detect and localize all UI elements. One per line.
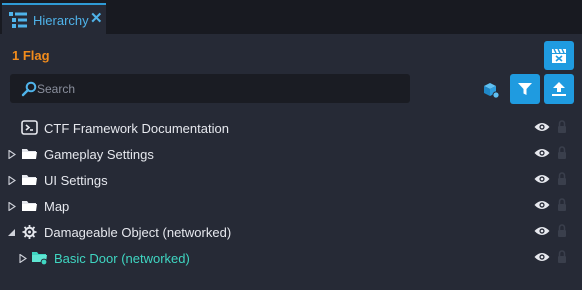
folder-icon bbox=[22, 175, 37, 185]
upload-button[interactable] bbox=[544, 74, 574, 104]
tree-row[interactable]: Gameplay Settings bbox=[0, 141, 582, 167]
clapperboard-icon bbox=[552, 48, 566, 63]
networked-folder-icon bbox=[32, 252, 48, 265]
search-icon bbox=[21, 81, 37, 97]
tree-row[interactable]: Map bbox=[0, 193, 582, 219]
eye-icon[interactable] bbox=[534, 147, 550, 159]
folder-icon bbox=[22, 149, 37, 159]
expand-arrow-icon[interactable] bbox=[19, 254, 27, 263]
eye-icon[interactable] bbox=[534, 121, 550, 133]
hierarchy-tree: CTF Framework Documentation Gameplay Set… bbox=[0, 115, 582, 271]
search-input[interactable] bbox=[37, 74, 397, 103]
close-icon[interactable]: ✕ bbox=[90, 11, 103, 27]
lock-icon[interactable] bbox=[557, 120, 567, 133]
tree-item-label: Map bbox=[44, 199, 70, 214]
lock-icon[interactable] bbox=[557, 146, 567, 159]
upload-icon bbox=[552, 82, 566, 96]
eye-icon[interactable] bbox=[534, 251, 550, 263]
tree-row[interactable]: Damageable Object (networked) bbox=[0, 219, 582, 245]
tab-strip: Hierarchy ✕ bbox=[0, 0, 582, 34]
tab-hierarchy[interactable]: Hierarchy ✕ bbox=[2, 3, 106, 34]
tab-label: Hierarchy bbox=[33, 13, 89, 28]
tree-item-label: UI Settings bbox=[44, 173, 108, 188]
lock-icon[interactable] bbox=[557, 172, 567, 185]
lock-icon[interactable] bbox=[557, 224, 567, 237]
hierarchy-list-icon bbox=[9, 12, 27, 28]
create-template-button[interactable] bbox=[544, 41, 574, 70]
filter-button[interactable] bbox=[510, 74, 540, 104]
tree-item-label: CTF Framework Documentation bbox=[44, 121, 229, 136]
filter-icon bbox=[518, 83, 532, 95]
eye-icon[interactable] bbox=[534, 199, 550, 211]
tree-item-label: Damageable Object (networked) bbox=[44, 225, 232, 240]
networked-object-icon[interactable] bbox=[481, 80, 501, 100]
eye-icon[interactable] bbox=[534, 225, 550, 237]
expand-arrow-icon[interactable] bbox=[8, 202, 16, 211]
tree-row[interactable]: Basic Door (networked) bbox=[0, 245, 582, 271]
script-icon bbox=[21, 120, 38, 135]
lock-icon[interactable] bbox=[557, 198, 567, 211]
tree-row[interactable]: UI Settings bbox=[0, 167, 582, 193]
expand-arrow-icon[interactable] bbox=[8, 176, 16, 185]
lock-icon[interactable] bbox=[557, 250, 567, 263]
tree-item-label: Basic Door (networked) bbox=[54, 251, 190, 266]
folder-icon bbox=[22, 201, 37, 211]
eye-icon[interactable] bbox=[534, 173, 550, 185]
selection-count: 1 Flag bbox=[12, 48, 50, 63]
damageable-gear-icon bbox=[22, 225, 37, 239]
search-box[interactable] bbox=[10, 74, 410, 103]
tree-item-label: Gameplay Settings bbox=[44, 147, 154, 162]
tree-row[interactable]: CTF Framework Documentation bbox=[0, 115, 582, 141]
hierarchy-panel: 1 Flag Search CTF Framework Documentatio… bbox=[0, 34, 582, 290]
expand-arrow-icon[interactable] bbox=[8, 150, 16, 159]
collapse-arrow-icon[interactable] bbox=[8, 228, 16, 237]
